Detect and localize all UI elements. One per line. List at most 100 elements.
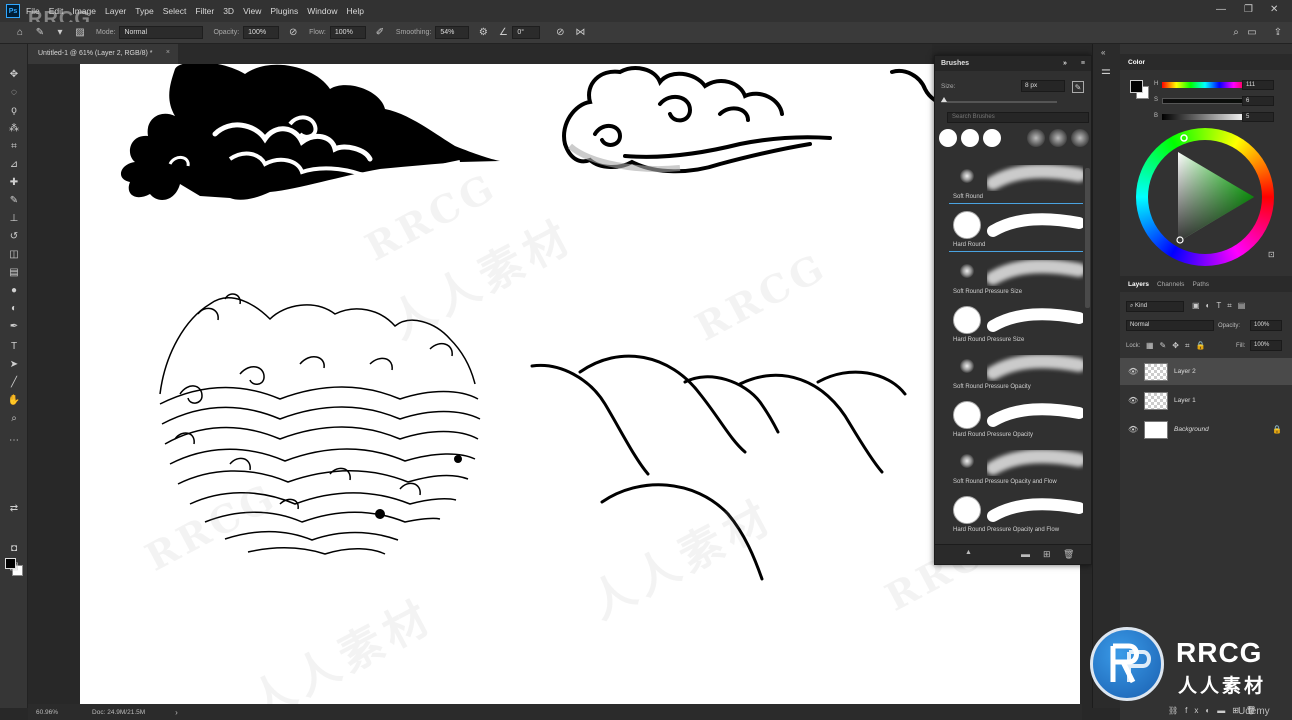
preview-size-slider-icon[interactable]: ▲ <box>965 549 972 556</box>
pressure-size-icon[interactable]: ⊘ <box>554 27 566 39</box>
new-brush-icon[interactable]: ⊞ <box>1043 549 1051 560</box>
color-triangle[interactable] <box>1136 128 1274 266</box>
color-panel-options-icon[interactable]: ⊡ <box>1268 250 1275 259</box>
marquee-tool-icon[interactable]: ◌ <box>8 86 20 98</box>
recent-brush-3[interactable] <box>983 129 1001 147</box>
tab-paths[interactable]: Paths <box>1192 281 1209 288</box>
pen-tool-icon[interactable]: ✒ <box>8 320 20 332</box>
gradient-tool-icon[interactable]: ▤ <box>8 266 20 278</box>
opacity-field[interactable]: 100% <box>243 26 280 39</box>
brush-item[interactable]: Hard Round <box>949 202 1083 252</box>
recent-brush-4[interactable] <box>1027 129 1045 147</box>
more-tools-icon[interactable]: ⋯ <box>8 434 20 446</box>
menu-layer[interactable]: Layer <box>105 6 126 16</box>
brush-settings-icon[interactable]: ▨ <box>74 27 86 39</box>
reset-colors-icon[interactable]: ⇄ <box>8 502 20 514</box>
layer-row[interactable]: 👁 Background 🔒 <box>1120 416 1292 443</box>
eyedropper-tool-icon[interactable]: ⊿ <box>8 158 20 170</box>
layer-row[interactable]: 👁 Layer 2 <box>1120 358 1292 385</box>
layers-footer-icons[interactable]: ⛓fx◐▬⊞🗑 <box>1168 706 1263 715</box>
layer-filter-kind[interactable]: ⌕ Kind <box>1126 301 1184 312</box>
brightness-value[interactable]: 5 <box>1242 112 1274 122</box>
minimize-icon[interactable]: — <box>1216 4 1226 15</box>
tab-layers[interactable]: Layers <box>1128 281 1149 288</box>
menu-filter[interactable]: Filter <box>195 6 214 16</box>
smoothing-options-gear-icon[interactable]: ⚙ <box>477 27 489 39</box>
saturation-slider[interactable] <box>1162 98 1248 104</box>
brush-tool-icon[interactable]: ✎ <box>8 194 20 206</box>
smoothing-field[interactable]: 54% <box>435 26 470 39</box>
close-icon[interactable]: ✕ <box>1270 4 1278 15</box>
recent-brush-6[interactable] <box>1071 129 1089 147</box>
menu-plugins[interactable]: Plugins <box>270 6 298 16</box>
foreground-color-swatch[interactable] <box>5 558 16 569</box>
hue-value[interactable]: 111 <box>1242 80 1274 90</box>
move-tool-icon[interactable]: ✥ <box>8 68 20 80</box>
canvas[interactable]: RRCG 人人素材 RRCG 人人素材 RRCG 人人素材 RRCG <box>80 64 1080 704</box>
size-field[interactable]: 8 px <box>1021 80 1065 92</box>
expand-panels-icon[interactable]: « <box>1101 48 1105 57</box>
brush-tool-icon[interactable]: ✎ <box>34 27 46 39</box>
path-selection-tool-icon[interactable]: ➤ <box>8 358 20 370</box>
brush-item[interactable]: Soft Round Pressure Size <box>949 251 1083 299</box>
brushes-panel-header[interactable]: Brushes » ≡ <box>935 56 1091 71</box>
magic-wand-tool-icon[interactable]: ⁂ <box>8 122 20 134</box>
angle-field[interactable]: 0° <box>512 26 541 39</box>
hue-slider[interactable] <box>1162 82 1248 88</box>
menu-help[interactable]: Help <box>346 6 363 16</box>
brush-list-scrollbar[interactable] <box>1085 168 1090 308</box>
tab-color[interactable]: Color <box>1128 59 1145 66</box>
recent-brush-5[interactable] <box>1049 129 1067 147</box>
workspace-icon[interactable]: ▭ <box>1246 27 1258 39</box>
layer-lock-icon[interactable]: 🔒 <box>1272 425 1282 434</box>
pressure-opacity-icon[interactable]: ⊘ <box>287 27 299 39</box>
share-icon[interactable]: ⇪ <box>1272 27 1284 39</box>
panel-menu-icon[interactable]: ≡ <box>1081 60 1085 67</box>
brush-preset-icon[interactable]: ▾ <box>54 27 66 39</box>
color-foreground-swatch[interactable] <box>1130 80 1143 93</box>
adjustments-icon[interactable]: ⚌ <box>1101 64 1111 77</box>
menu-window[interactable]: Window <box>307 6 337 16</box>
visibility-eye-icon[interactable]: 👁 <box>1128 396 1138 405</box>
history-brush-tool-icon[interactable]: ↺ <box>8 230 20 242</box>
menu-type[interactable]: Type <box>135 6 153 16</box>
menu-3d[interactable]: 3D <box>223 6 234 16</box>
canvas-area[interactable]: RRCG 人人素材 RRCG 人人素材 RRCG 人人素材 RRCG <box>28 64 1082 704</box>
mode-select[interactable]: Normal <box>119 26 204 39</box>
layer-row[interactable]: 👁 Layer 1 <box>1120 387 1292 414</box>
symmetry-icon[interactable]: ⋈ <box>574 27 586 39</box>
hand-tool-icon[interactable]: ✋ <box>8 394 20 406</box>
layer-filter-icons[interactable]: ▣◐T⌗▤ <box>1192 301 1251 311</box>
status-arrow-icon[interactable]: › <box>175 708 178 717</box>
close-tab-icon[interactable]: × <box>166 49 170 56</box>
dodge-tool-icon[interactable]: ◐ <box>8 302 20 314</box>
blur-tool-icon[interactable]: ● <box>8 284 20 296</box>
menu-select[interactable]: Select <box>163 6 187 16</box>
maximize-icon[interactable]: ❐ <box>1244 4 1253 15</box>
color-wheel[interactable] <box>1136 128 1274 266</box>
menu-view[interactable]: View <box>243 6 261 16</box>
brush-item[interactable]: Soft Round <box>949 156 1083 204</box>
fill-field[interactable]: 100% <box>1250 340 1282 351</box>
search-icon[interactable]: ⌕ <box>1230 27 1242 39</box>
lasso-tool-icon[interactable]: ϙ <box>8 104 20 116</box>
quick-mask-icon[interactable]: ◘ <box>8 542 20 554</box>
brush-item[interactable]: Hard Round Pressure Size <box>949 299 1083 347</box>
brush-item[interactable]: Soft Round Pressure Opacity <box>949 346 1083 394</box>
tab-channels[interactable]: Channels <box>1157 281 1184 288</box>
collapse-panel-icon[interactable]: » <box>1063 60 1067 67</box>
brush-item[interactable]: Hard Round Pressure Opacity <box>949 394 1083 442</box>
delete-brush-icon[interactable]: 🗑 <box>1063 549 1074 560</box>
size-slider-knob[interactable] <box>941 97 947 102</box>
recent-brush-1[interactable] <box>939 129 957 147</box>
brush-search-input[interactable]: Search Brushes <box>947 112 1089 123</box>
flow-field[interactable]: 100% <box>329 26 366 39</box>
airbrush-icon[interactable]: ✐ <box>374 27 386 39</box>
saturation-value[interactable]: 6 <box>1242 96 1274 106</box>
zoom-level[interactable]: 60.96% <box>36 709 58 716</box>
visibility-eye-icon[interactable]: 👁 <box>1128 367 1138 376</box>
brush-item[interactable]: Hard Round Pressure Opacity and Flow <box>949 489 1083 537</box>
document-info[interactable]: Doc: 24.9M/21.5M <box>92 709 145 716</box>
clone-stamp-tool-icon[interactable]: ⊥ <box>8 212 20 224</box>
layer-opacity-field[interactable]: 100% <box>1250 320 1282 331</box>
